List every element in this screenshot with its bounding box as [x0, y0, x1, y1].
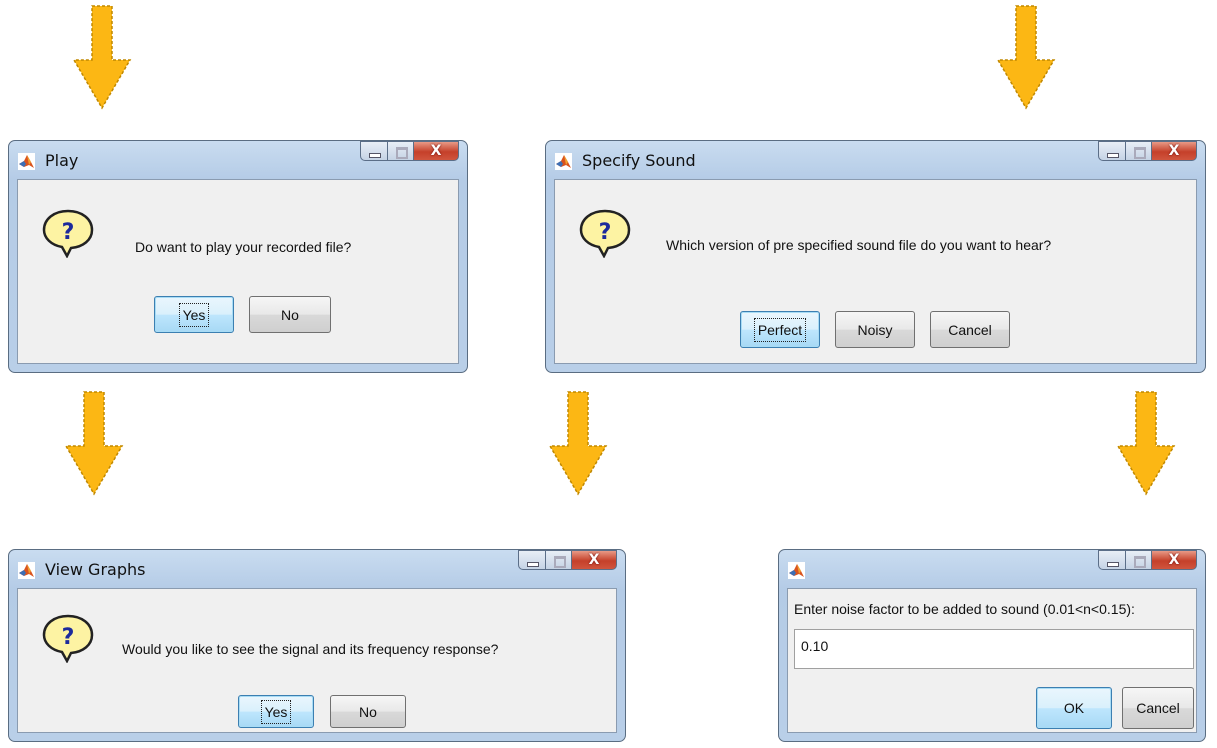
matlab-icon — [18, 153, 35, 170]
close-icon: X — [430, 143, 442, 159]
cancel-button[interactable]: Cancel — [930, 311, 1010, 348]
matlab-icon — [788, 562, 805, 579]
minimize-button[interactable] — [1098, 550, 1125, 570]
window-title: Specify Sound — [582, 151, 696, 170]
yes-button[interactable]: Yes — [154, 296, 234, 333]
specify-sound-dialog: Specify Sound X Which version of pre spe… — [545, 140, 1206, 373]
dialog-body: Would you like to see the signal and its… — [17, 588, 617, 733]
noise-factor-label: Enter noise factor to be added to sound … — [794, 601, 1135, 617]
dialog-body: Which version of pre specified sound fil… — [554, 179, 1197, 364]
dialog-message: Would you like to see the signal and its… — [122, 641, 499, 657]
perfect-button[interactable]: Perfect — [740, 311, 820, 348]
minimize-button[interactable] — [360, 141, 387, 161]
window-title: View Graphs — [45, 560, 146, 579]
minimize-button[interactable] — [1098, 141, 1125, 161]
matlab-icon — [18, 562, 35, 579]
noise-factor-dialog: X Enter noise factor to be added to soun… — [778, 549, 1206, 742]
yes-button[interactable]: Yes — [238, 695, 314, 728]
no-button[interactable]: No — [330, 695, 406, 728]
flow-arrow-down-icon — [64, 390, 124, 496]
close-icon: X — [588, 552, 600, 568]
window-title: Play — [45, 151, 79, 170]
window-controls: X — [1098, 550, 1197, 571]
title-bar[interactable]: Specify Sound X — [546, 141, 1205, 179]
maximize-button[interactable] — [387, 141, 413, 161]
close-icon: X — [1168, 143, 1180, 159]
title-bar[interactable]: Play X — [9, 141, 467, 179]
dialog-body: Do want to play your recorded file? Yes … — [17, 179, 459, 364]
matlab-icon — [555, 153, 572, 170]
dialog-message: Do want to play your recorded file? — [135, 239, 352, 255]
dialog-message: Which version of pre specified sound fil… — [666, 237, 1052, 253]
close-button[interactable]: X — [571, 550, 617, 570]
flow-arrow-down-icon — [1116, 390, 1176, 496]
cancel-button[interactable]: Cancel — [1122, 687, 1194, 729]
close-icon: X — [1168, 552, 1180, 568]
question-icon — [42, 208, 94, 258]
window-controls: X — [360, 141, 459, 162]
question-icon — [42, 613, 94, 663]
window-controls: X — [518, 550, 617, 571]
question-icon — [579, 208, 631, 258]
play-dialog: Play X Do want to play your recorded fil… — [8, 140, 468, 373]
no-button[interactable]: No — [249, 296, 331, 333]
window-controls: X — [1098, 141, 1197, 162]
ok-button[interactable]: OK — [1036, 687, 1112, 729]
maximize-button[interactable] — [1125, 141, 1151, 161]
close-button[interactable]: X — [1151, 550, 1197, 570]
view-graphs-dialog: View Graphs X Would you like to see the … — [8, 549, 626, 742]
flow-arrow-down-icon — [996, 4, 1056, 110]
flow-arrow-down-icon — [72, 4, 132, 110]
maximize-button[interactable] — [545, 550, 571, 570]
noisy-button[interactable]: Noisy — [835, 311, 915, 348]
flow-arrow-down-icon — [548, 390, 608, 496]
close-button[interactable]: X — [413, 141, 459, 161]
noise-factor-input[interactable]: 0.10 — [794, 629, 1194, 669]
title-bar[interactable]: View Graphs X — [9, 550, 625, 588]
close-button[interactable]: X — [1151, 141, 1197, 161]
maximize-button[interactable] — [1125, 550, 1151, 570]
dialog-body: Enter noise factor to be added to sound … — [787, 588, 1197, 733]
title-bar[interactable]: X — [779, 550, 1205, 588]
minimize-button[interactable] — [518, 550, 545, 570]
